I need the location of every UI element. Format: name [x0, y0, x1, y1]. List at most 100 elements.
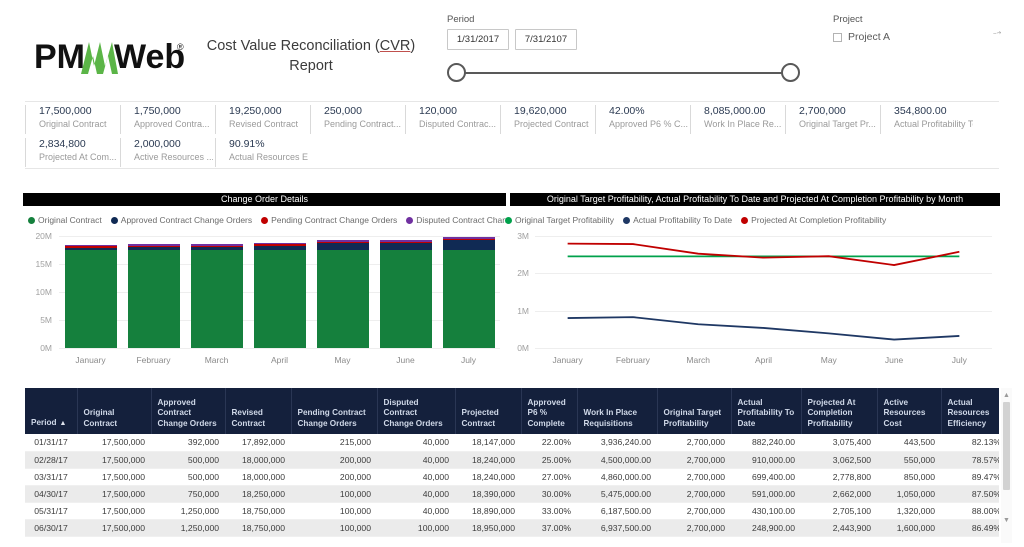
- table-column-header[interactable]: Actual Profitability To Date: [731, 388, 802, 434]
- table-column-header[interactable]: Disputed Contract Change Orders: [377, 388, 456, 434]
- kpi-label: Approved P6 % C...: [609, 119, 688, 129]
- change-order-bar-chart[interactable]: 0M 5M 10M 15M 20M January February March April Ma…: [23, 231, 506, 374]
- table-column-header[interactable]: Active Resources Cost: [877, 388, 942, 434]
- legend-item[interactable]: Disputed Contract Change O...: [406, 215, 508, 225]
- scrollbar-thumb[interactable]: [1003, 402, 1010, 490]
- table-column-header[interactable]: Actual Resources Efficiency: [941, 388, 999, 434]
- table-column-header[interactable]: Period ▲: [25, 388, 78, 434]
- table-cell: 2,662,000: [801, 485, 877, 503]
- table-row[interactable]: 05/31/17 17,500,000 1,250,000 18,750,000 100…: [25, 502, 999, 520]
- table-row[interactable]: 02/28/17 17,500,000 500,000 18,000,000 200,0…: [25, 451, 999, 469]
- bar-segment[interactable]: [127, 250, 180, 348]
- bar-segment[interactable]: [64, 250, 117, 348]
- kpi-row-secondary: 2,834,800 Projected At Com... 2,000,000 Act…: [25, 137, 999, 170]
- kpi-value: 2,834,800: [39, 138, 86, 150]
- bar-stack[interactable]: [253, 242, 306, 348]
- table-vertical-scrollbar[interactable]: ▲ ▼: [1001, 388, 1012, 543]
- legend-item[interactable]: Approved Contract Change Orders: [110, 215, 252, 225]
- table-column-header[interactable]: Approved P6 % Complete: [521, 388, 578, 434]
- cvr-table-panel[interactable]: Period ▲ Original Contract Approved Contrac…: [25, 388, 999, 543]
- bar-segment[interactable]: [379, 243, 432, 250]
- bar-segment[interactable]: [316, 243, 369, 250]
- bar-stack[interactable]: [64, 244, 117, 348]
- bar-segment[interactable]: [253, 250, 306, 348]
- legend-label: Actual Profitability To Date: [633, 215, 733, 225]
- table-cell: 100,000: [377, 519, 455, 537]
- project-option-row[interactable]: Project A: [833, 31, 1013, 43]
- project-slicer[interactable]: Project ⤍ Project A: [833, 14, 1013, 64]
- period-slicer[interactable]: Period 1/31/2017 7/31/2107: [447, 14, 817, 84]
- caret-down-icon[interactable]: ▼: [1002, 516, 1011, 525]
- bar-stack[interactable]: [316, 240, 369, 348]
- bar-segment[interactable]: [442, 240, 495, 250]
- table-cell: 06/30/17: [25, 519, 77, 537]
- bar-segment[interactable]: [316, 250, 369, 348]
- table-row[interactable]: 01/31/17 17,500,000 392,000 17,892,000 215,0…: [25, 434, 999, 452]
- table-cell: 37.00%: [521, 519, 577, 537]
- table-cell: 3,075,400: [801, 434, 877, 452]
- table-column-header-label: Projected At Completion Profitability: [807, 397, 856, 428]
- table-column-header-label: Actual Profitability To Date: [737, 397, 795, 428]
- table-cell: 2,700,000: [657, 451, 731, 469]
- table-column-header[interactable]: Approved Contract Change Orders: [151, 388, 226, 434]
- line-series[interactable]: [567, 316, 960, 341]
- page-title-line1-pre: Cost Value Reconciliation (: [206, 38, 380, 54]
- x-axis-tick-label: April: [270, 355, 288, 365]
- legend-item[interactable]: Original Contract: [28, 215, 102, 225]
- kpi-label: Revised Contract: [229, 119, 299, 129]
- table-cell: 591,000.00: [731, 485, 801, 503]
- table-cell: 18,240,000: [455, 468, 521, 486]
- table-column-header-label: Actual Resources Efficiency: [947, 397, 990, 428]
- svg-text:PM: PM: [34, 38, 85, 76]
- table-column-header[interactable]: Projected At Completion Profitability: [801, 388, 878, 434]
- table-column-header[interactable]: Original Contract: [77, 388, 152, 434]
- slider-handle-left[interactable]: [447, 63, 466, 82]
- page-title-line2: Report: [289, 58, 333, 74]
- caret-up-icon[interactable]: ▲: [1002, 391, 1011, 400]
- bar-stack[interactable]: [442, 237, 495, 348]
- table-cell: 1,250,000: [151, 519, 225, 537]
- table-column-header[interactable]: Revised Contract: [225, 388, 292, 434]
- period-start-input[interactable]: 1/31/2017: [447, 29, 509, 50]
- gridline: [59, 236, 500, 237]
- legend-item[interactable]: Projected At Completion Profitability: [741, 215, 886, 225]
- legend-item[interactable]: Pending Contract Change Orders: [261, 215, 397, 225]
- table-cell: 78.57%: [941, 451, 999, 469]
- bar-stack[interactable]: [127, 244, 180, 348]
- profitability-line-chart[interactable]: 0M 1M 2M 3M January February March April May June…: [505, 231, 1000, 374]
- table-column-header[interactable]: Projected Contract: [455, 388, 522, 434]
- chevron-icon[interactable]: ⤍: [992, 27, 1002, 38]
- bar-segment[interactable]: [442, 250, 495, 348]
- table-column-header-label: Period: [31, 417, 57, 427]
- table-row[interactable]: 06/30/17 17,500,000 1,250,000 18,750,000 100…: [25, 519, 999, 537]
- line-series[interactable]: [567, 242, 960, 266]
- bar-segment[interactable]: [190, 250, 243, 348]
- legend-item[interactable]: Original Target Profitability: [505, 215, 614, 225]
- table-column-header[interactable]: Pending Contract Change Orders: [291, 388, 378, 434]
- x-axis-tick-label: April: [754, 355, 772, 365]
- table-cell: 392,000: [151, 434, 225, 452]
- table-row[interactable]: 04/30/17 17,500,000 750,000 18,250,000 100,0…: [25, 485, 999, 503]
- sort-asc-icon[interactable]: ▲: [59, 419, 66, 430]
- bar-segment[interactable]: [379, 250, 432, 348]
- legend-swatch-icon: [110, 216, 118, 224]
- kpi-card: 2,834,800 Projected At Com...: [25, 137, 118, 170]
- cvr-dashboard: PM Web ® Cost Value Reconciliation (CVR)…: [0, 0, 1024, 547]
- table-cell: 18,250,000: [225, 485, 291, 503]
- kpi-value: 19,620,000: [514, 105, 567, 117]
- period-range-slider[interactable]: [447, 63, 800, 83]
- table-cell: 18,390,000: [455, 485, 521, 503]
- table-column-header[interactable]: Work In Place Requisitions: [577, 388, 658, 434]
- kpi-value: 90.91%: [229, 138, 265, 150]
- bar-stack[interactable]: [190, 244, 243, 348]
- table-column-header-label: Pending Contract Change Orders: [297, 408, 366, 428]
- project-a-checkbox[interactable]: [833, 32, 842, 42]
- period-end-input[interactable]: 7/31/2107: [515, 29, 577, 50]
- slider-handle-right[interactable]: [781, 63, 800, 82]
- table-row[interactable]: 03/31/17 17,500,000 500,000 18,000,000 200,0…: [25, 468, 999, 486]
- legend-item[interactable]: Actual Profitability To Date: [623, 215, 732, 225]
- table-column-header-label: Approved P6 % Complete: [527, 397, 566, 428]
- bar-stack[interactable]: [379, 240, 432, 348]
- table-cell: 910,000.00: [731, 451, 801, 469]
- table-column-header[interactable]: Original Target Profitability: [657, 388, 732, 434]
